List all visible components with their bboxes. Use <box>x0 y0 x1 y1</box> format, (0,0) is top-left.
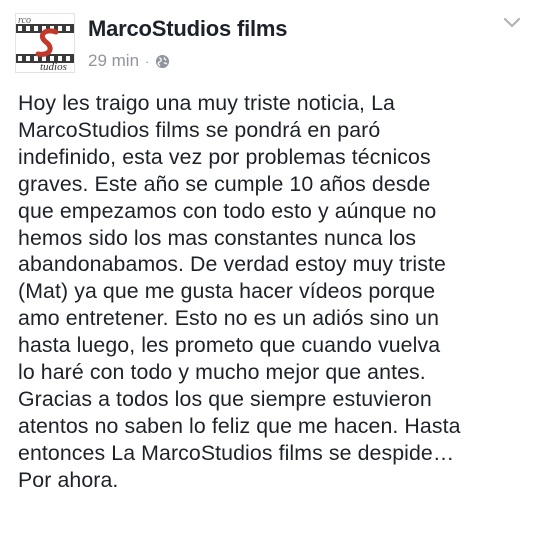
meta-separator: · <box>145 53 150 69</box>
post-body-text: Hoy les traigo una muy triste noticia, L… <box>18 91 461 492</box>
timestamp[interactable]: 29 min <box>88 51 139 71</box>
avatar[interactable]: rco tudios <box>15 13 75 73</box>
post-header: rco tudios MarcoStudios films 29 min · <box>0 0 537 84</box>
avatar-top-text: rco <box>18 15 31 26</box>
globe-icon[interactable] <box>155 54 170 69</box>
facebook-post: rco tudios MarcoStudios films 29 min · H… <box>0 0 537 545</box>
chevron-down-icon[interactable] <box>500 10 524 34</box>
marcostudios-logo: rco tudios <box>16 14 74 72</box>
page-name[interactable]: MarcoStudios films <box>88 16 288 42</box>
post-meta: 29 min · <box>88 50 170 72</box>
avatar-text: tudios <box>40 61 67 72</box>
